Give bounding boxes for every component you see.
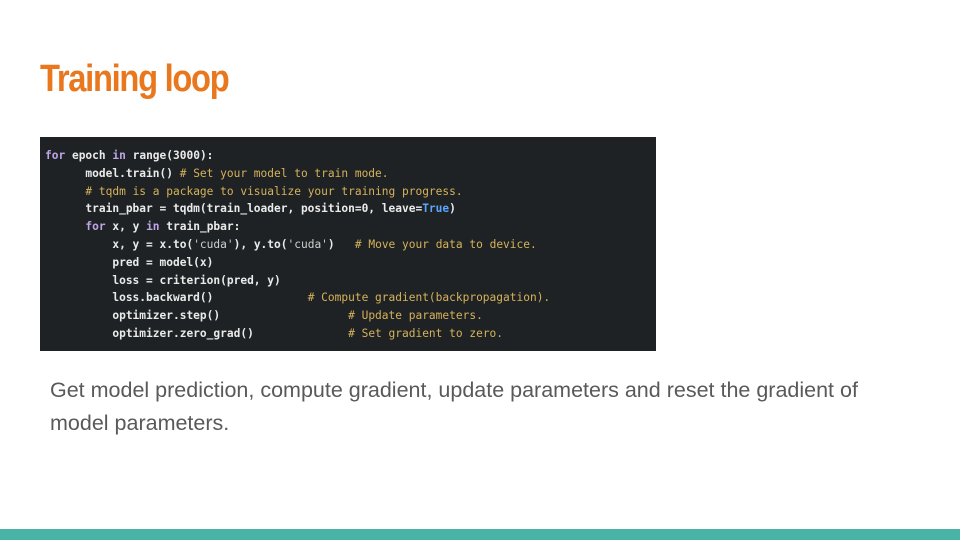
slide-caption: Get model prediction, compute gradient, … [50,378,858,435]
code-token-comment: # tqdm is a package to visualize your tr… [85,184,463,198]
code-token-comment: # Set gradient to zero. [348,326,504,340]
code-token-kw: for [45,149,66,162]
code-token-plain: train_pbar = tqdm(train_loader, position… [45,202,423,216]
slide-title: Training loop [40,58,230,100]
code-token-plain: loss.backward() [45,291,308,305]
code-line: optimizer.step() # Update parameters. [45,307,656,325]
code-line: train_pbar = tqdm(train_loader, position… [45,200,656,218]
code-block: for epoch in range(3000): model.train() … [40,137,656,351]
code-token-kw: for [85,220,106,234]
code-token-plain: train_pbar: [159,220,241,234]
code-token-plain: ), y.to( [233,237,288,251]
code-token-plain: ) [327,237,355,251]
code-token-comment: # Compute gradient(backpropagation). [307,291,551,305]
code-token-string: 'cuda' [287,237,328,251]
bottom-accent-bar [0,529,960,540]
code-token-plain: optimizer.zero_grad() [45,326,349,340]
code-token-true: True [422,202,450,216]
code-token-string: 'cuda' [193,237,234,251]
code-line: x, y = x.to('cuda'), y.to('cuda') # Move… [45,236,656,254]
code-line: for epoch in range(3000): [45,147,656,165]
code-line: loss = criterion(pred, y) [45,272,656,290]
code-token-comment: # Move your data to device. [354,237,537,251]
code-line: # tqdm is a package to visualize your tr… [45,183,656,201]
code-token-comment: # Update parameters. [348,309,483,323]
code-line: optimizer.zero_grad() # Set gradient to … [45,325,656,343]
code-token-kw: in [146,220,160,234]
code-token-plain: x, y = x.to( [45,237,194,251]
code-token-comment: # Set your model to train mode. [179,166,389,180]
code-token-plain: range(3000): [125,149,214,162]
slide: Training loop for epoch in range(3000): … [0,0,960,540]
code-line: model.train() # Set your model to train … [45,165,656,183]
code-token-plain: pred = model(x) [45,255,214,269]
code-token-kw: in [112,149,126,162]
code-token-plain: ) [449,202,456,216]
code-token-plain: loss = criterion(pred, y) [45,273,281,287]
code-token-plain: epoch [65,149,113,162]
code-line: pred = model(x) [45,254,656,272]
code-line: loss.backward() # Compute gradient(backp… [45,289,656,307]
code-token-plain: x, y [105,220,147,234]
code-token-plain: model.train() [45,166,180,180]
code-token-plain: optimizer.step() [45,309,349,323]
code-line: for x, y in train_pbar: [45,218,656,236]
